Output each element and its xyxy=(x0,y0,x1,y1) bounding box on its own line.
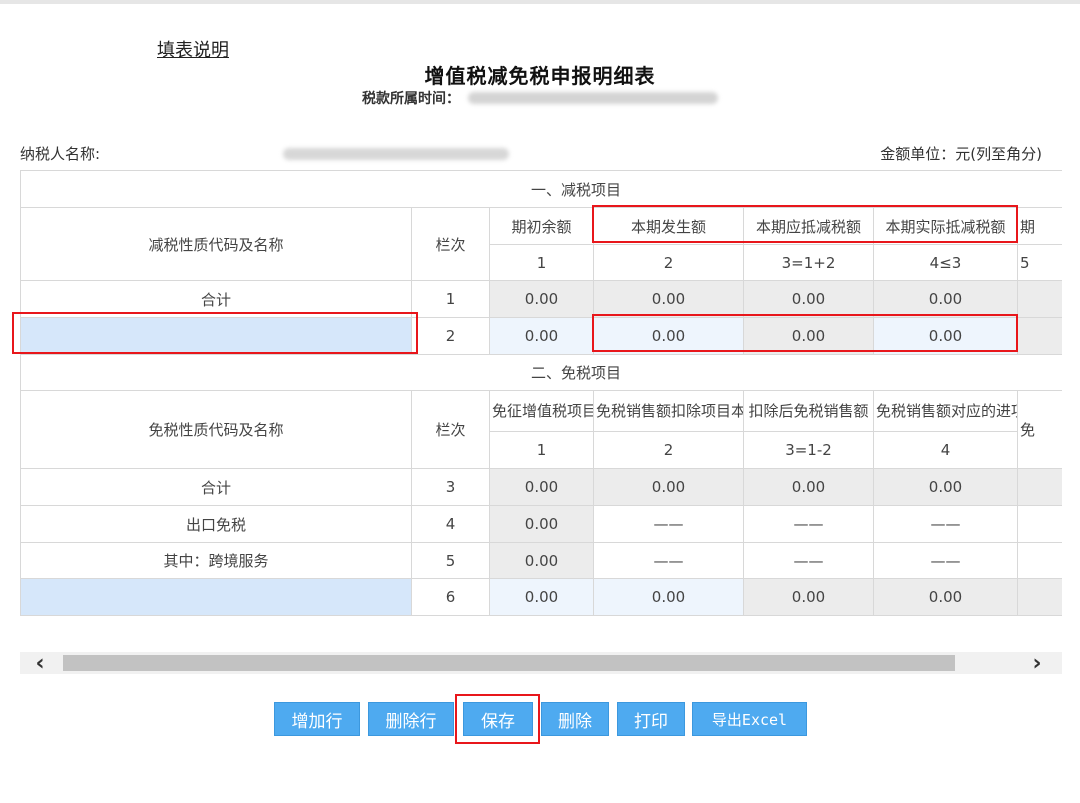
amount-cell: 0.00 xyxy=(489,468,594,506)
export-excel-button[interactable]: 导出Excel xyxy=(692,702,807,736)
amount-input[interactable]: 0.00 xyxy=(593,578,744,616)
row-name-cell: 其中：跨境服务 xyxy=(20,542,412,579)
reduction-name-header: 减税性质代码及名称 xyxy=(20,207,412,281)
reduction-col-header: 期 xyxy=(1016,207,1062,245)
reduction-col-number: 5 xyxy=(1016,244,1062,281)
print-button[interactable]: 打印 xyxy=(617,702,685,736)
amount-input[interactable]: 0.00 xyxy=(873,317,1018,355)
reduction-code-select[interactable] xyxy=(20,317,412,355)
amount-cell: 0.00 xyxy=(873,578,1018,616)
exemption-col-number: 4 xyxy=(873,431,1018,469)
declaration-page: 填表说明 增值税减免税申报明细表 税款所属时间： 纳税人名称: 金额单位：元(列… xyxy=(0,0,1080,803)
scrollbar-thumb[interactable] xyxy=(63,655,955,671)
taxpayer-name-redacted xyxy=(283,148,509,160)
top-divider xyxy=(0,0,1080,4)
amount-cell: 0.00 xyxy=(743,578,874,616)
add-row-button[interactable]: 增加行 xyxy=(274,702,360,736)
reduction-col-header: 本期应抵减税额 xyxy=(743,207,874,245)
amount-cell: 0.00 xyxy=(743,280,874,318)
row-name-cell: 出口免税 xyxy=(20,505,412,543)
reduction-col-header: 期初余额 xyxy=(489,207,594,245)
table-row: 2 0.00 0.00 0.00 0.00 xyxy=(20,317,1062,355)
amount-cell: 0.00 xyxy=(593,280,744,318)
scroll-left-icon[interactable]: ‹ xyxy=(20,651,60,676)
reduction-col-number: 2 xyxy=(593,244,744,281)
table-row: 出口免税 4 0.00 —— —— —— - xyxy=(20,505,1062,543)
exemption-col-header: 免税销售额扣除项目本期实际扣除金额 xyxy=(593,390,744,432)
save-button[interactable]: 保存 xyxy=(463,702,533,736)
taxpayer-name-label: 纳税人名称: xyxy=(20,145,101,163)
tax-period-value-redacted xyxy=(468,92,718,104)
table-row: 6 0.00 0.00 0.00 0.00 xyxy=(20,578,1062,616)
exemption-col-header: 免税销售额对应的进项税额 xyxy=(873,390,1018,432)
reduction-col-number: 3=1+2 xyxy=(743,244,874,281)
dash-cell: —— xyxy=(593,505,744,543)
amount-cell: 0.00 xyxy=(873,468,1018,506)
amount-cell xyxy=(1016,578,1062,616)
amount-cell: 0.00 xyxy=(489,505,594,543)
amount-input[interactable]: 0.00 xyxy=(489,578,594,616)
exemption-rownum-header: 栏次 xyxy=(411,390,490,469)
form-title: 增值税减免税申报明细表 xyxy=(424,64,656,88)
row-number-cell: 2 xyxy=(411,317,490,355)
scroll-right-icon[interactable]: › xyxy=(1012,651,1062,676)
table-row: 合计 1 0.00 0.00 0.00 0.00 xyxy=(20,280,1062,318)
amount-cell xyxy=(1016,468,1062,506)
dash-cell: - xyxy=(1016,542,1062,579)
amount-cell: 0.00 xyxy=(489,280,594,318)
amount-cell: 0.00 xyxy=(743,468,874,506)
reduction-col-number: 1 xyxy=(489,244,594,281)
dash-cell: —— xyxy=(873,505,1018,543)
row-name-cell: 合计 xyxy=(20,468,412,506)
exemption-col-header: 扣除后免税销售额 xyxy=(743,390,874,432)
exemption-col-header: 免征增值税项目销售额 xyxy=(489,390,594,432)
amount-cell: 0.00 xyxy=(593,468,744,506)
tax-period-label: 税款所属时间： xyxy=(362,91,460,107)
exemption-col-number: 3=1-2 xyxy=(743,431,874,469)
delete-row-button[interactable]: 删除行 xyxy=(368,702,454,736)
exemption-section-title: 二、免税项目 xyxy=(20,354,1062,391)
dash-cell: —— xyxy=(873,542,1018,579)
amount-cell: 0.00 xyxy=(743,317,874,355)
amount-cell: 0.00 xyxy=(873,280,1018,318)
row-number-cell: 3 xyxy=(411,468,490,506)
row-number-cell: 4 xyxy=(411,505,490,543)
horizontal-scrollbar[interactable]: ‹ › xyxy=(20,651,1062,676)
tax-period-row: 税款所属时间： xyxy=(362,88,718,108)
declaration-table: 一、减税项目 减税性质代码及名称 栏次 期初余额 本期发生额 本期应抵减税额 本… xyxy=(20,170,1062,616)
declaration-table-viewport[interactable]: 一、减税项目 减税性质代码及名称 栏次 期初余额 本期发生额 本期应抵减税额 本… xyxy=(20,170,1062,652)
dash-cell: - xyxy=(1016,505,1062,543)
exemption-col-header: 免 xyxy=(1016,390,1062,469)
row-name-cell: 合计 xyxy=(20,280,412,318)
amount-cell: 0.00 xyxy=(489,542,594,579)
dash-cell: —— xyxy=(743,505,874,543)
dash-cell: —— xyxy=(593,542,744,579)
amount-unit-label: 金额单位：元(列至角分) xyxy=(880,145,1042,163)
reduction-col-header: 本期实际抵减税额 xyxy=(873,207,1018,245)
row-number-cell: 1 xyxy=(411,280,490,318)
amount-cell xyxy=(1016,280,1062,318)
exemption-col-number: 1 xyxy=(489,431,594,469)
reduction-section-title: 一、减税项目 xyxy=(20,170,1062,208)
reduction-col-number: 4≤3 xyxy=(873,244,1018,281)
row-number-cell: 5 xyxy=(411,542,490,579)
row-number-cell: 6 xyxy=(411,578,490,616)
delete-button[interactable]: 删除 xyxy=(541,702,609,736)
table-row: 合计 3 0.00 0.00 0.00 0.00 xyxy=(20,468,1062,506)
amount-input[interactable]: 0.00 xyxy=(593,317,744,355)
exemption-code-select[interactable] xyxy=(20,578,412,616)
reduction-col-header: 本期发生额 xyxy=(593,207,744,245)
reduction-rownum-header: 栏次 xyxy=(411,207,490,281)
exemption-name-header: 免税性质代码及名称 xyxy=(20,390,412,469)
amount-cell xyxy=(1016,317,1062,355)
amount-input[interactable]: 0.00 xyxy=(489,317,594,355)
instructions-link[interactable]: 填表说明 xyxy=(157,36,229,62)
exemption-col-number: 2 xyxy=(593,431,744,469)
table-row: 其中：跨境服务 5 0.00 —— —— —— - xyxy=(20,542,1062,579)
dash-cell: —— xyxy=(743,542,874,579)
